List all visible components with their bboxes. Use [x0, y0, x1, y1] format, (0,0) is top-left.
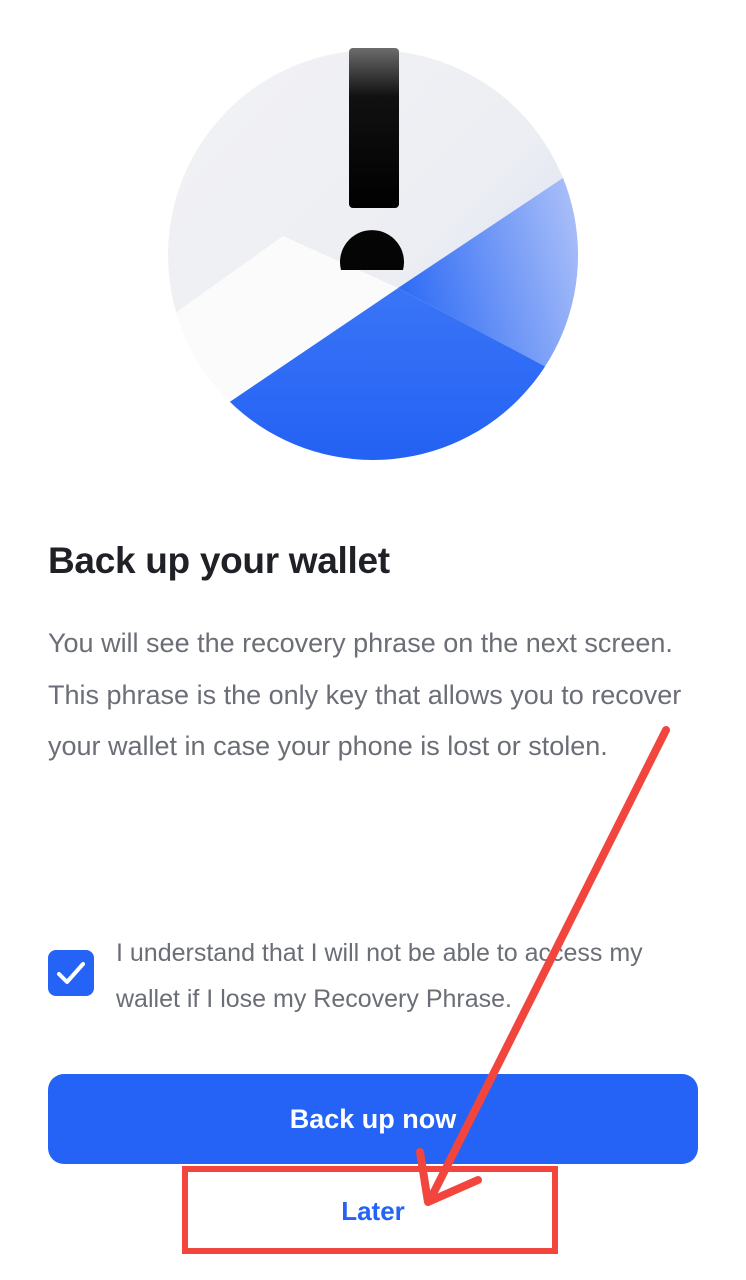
- consent-label[interactable]: I understand that I will not be able to …: [116, 930, 706, 1022]
- page-title: Back up your wallet: [48, 540, 390, 581]
- checkmark-icon: [57, 962, 85, 984]
- consent-checkbox[interactable]: [48, 950, 94, 996]
- warning-illustration: [168, 48, 578, 460]
- backup-wallet-screen: Back up your wallet You will see the rec…: [0, 0, 746, 1280]
- recovery-phrase-explanation: You will see the recovery phrase on the …: [48, 628, 682, 761]
- back-up-now-button[interactable]: Back up now: [48, 1074, 698, 1164]
- later-button[interactable]: Later: [48, 1168, 698, 1254]
